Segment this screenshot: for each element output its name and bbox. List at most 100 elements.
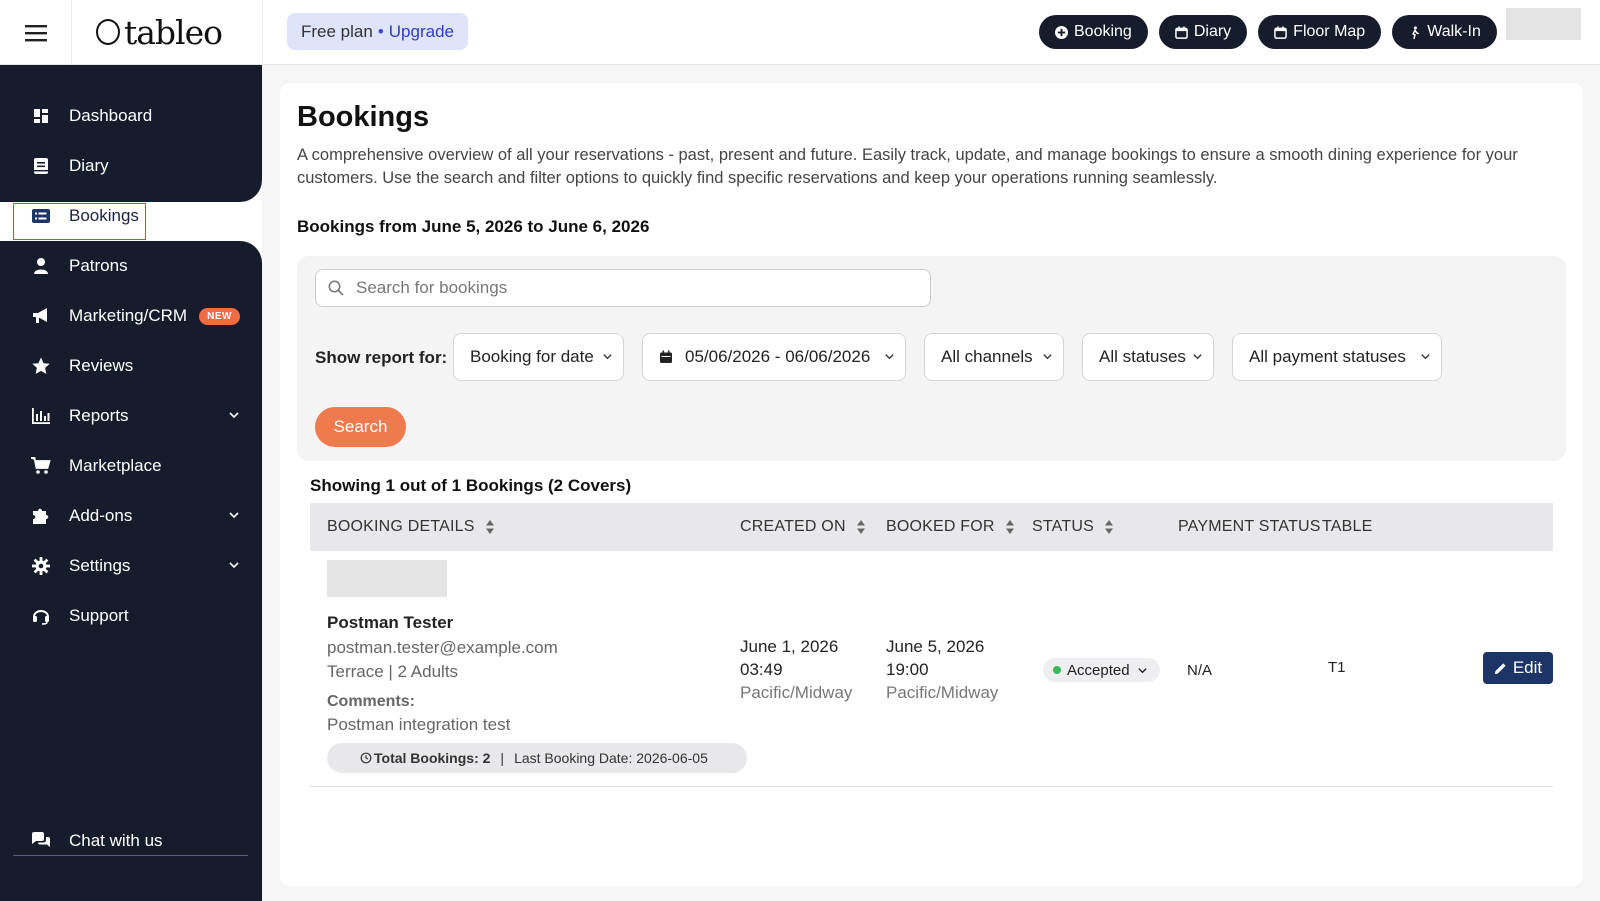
walk-in-button[interactable]: Walk-In	[1392, 15, 1497, 49]
header-table: TABLE	[1322, 503, 1373, 551]
hamburger-icon	[24, 24, 47, 41]
sidebar-item-marketplace[interactable]: Marketplace	[0, 446, 262, 486]
sidebar-item-label: Bookings	[69, 206, 139, 225]
header-label: CREATED ON	[740, 518, 846, 535]
sort-icon[interactable]	[1005, 519, 1015, 535]
floor-map-button[interactable]: Floor Map	[1258, 15, 1382, 49]
chevron-down-icon	[885, 354, 894, 360]
chat-icon	[30, 830, 52, 852]
bar-chart-icon	[30, 405, 52, 427]
sort-icon[interactable]	[856, 519, 866, 535]
sidebar-item-diary[interactable]: Diary	[0, 146, 262, 186]
select-value: All statuses	[1099, 347, 1186, 366]
search-button[interactable]: Search	[315, 407, 406, 447]
comments-label: Comments:	[327, 693, 416, 710]
sidebar-item-patrons[interactable]: Patrons	[0, 246, 262, 286]
logo-ring-icon	[96, 19, 120, 45]
tableo-logo[interactable]: tableo	[96, 12, 223, 52]
list-icon	[30, 205, 52, 227]
sidebar-item-label: Marketing/CRM	[69, 306, 188, 325]
booked-timezone: Pacific/Midway	[886, 683, 999, 702]
created-timezone: Pacific/Midway	[740, 683, 853, 702]
edit-label: Edit	[1512, 658, 1543, 677]
puzzle-icon	[30, 505, 52, 527]
header-status[interactable]: STATUS	[1032, 503, 1114, 551]
header-label: STATUS	[1032, 518, 1094, 535]
total-bookings: Total Bookings: 2	[374, 750, 491, 766]
headset-icon	[30, 605, 52, 627]
header-label: BOOKING DETAILS	[327, 518, 475, 535]
sidebar-item-bookings[interactable]: Bookings	[0, 196, 262, 236]
new-booking-button[interactable]: Booking	[1039, 15, 1148, 49]
comments-text: Postman integration test	[327, 715, 511, 734]
chevron-down-icon	[229, 562, 239, 569]
statuses-select[interactable]: All statuses	[1082, 333, 1214, 381]
user-icon	[30, 255, 52, 277]
star-icon	[30, 355, 52, 377]
date-range-picker[interactable]: 05/06/2026 - 06/06/2026	[642, 333, 906, 381]
chevron-down-icon	[603, 354, 612, 360]
sort-icon[interactable]	[1104, 519, 1114, 535]
sort-icon[interactable]	[485, 519, 495, 535]
show-report-label: Show report for:	[315, 348, 448, 367]
booking-type-select[interactable]: Booking for date	[453, 333, 624, 381]
sidebar: Dashboard Diary Bookings Patrons Marketi…	[0, 65, 262, 901]
sidebar-item-reports[interactable]: Reports	[0, 396, 262, 436]
menu-toggle-button[interactable]	[0, 0, 72, 65]
sidebar-item-label: Dashboard	[69, 106, 153, 125]
top-actions: Booking Diary Floor Map Walk-In	[1039, 15, 1497, 49]
header-created-on[interactable]: CREATED ON	[740, 503, 866, 551]
sidebar-item-label: Patrons	[69, 256, 128, 275]
button-label: Floor Map	[1293, 23, 1366, 40]
walking-icon	[1408, 25, 1421, 39]
header-booked-for[interactable]: BOOKED FOR	[886, 503, 1015, 551]
pencil-icon	[1494, 662, 1506, 674]
select-value: Booking for date	[470, 347, 594, 366]
header-payment-status: PAYMENT STATUS	[1178, 503, 1321, 551]
chevron-down-icon	[229, 512, 239, 519]
history-icon	[360, 752, 372, 764]
page-title: Bookings	[297, 101, 430, 133]
booked-date: June 5, 2026	[886, 637, 985, 656]
date-range-heading: Bookings from June 5, 2026 to June 6, 20…	[297, 217, 650, 236]
select-value: All payment statuses	[1249, 347, 1406, 366]
diary-button[interactable]: Diary	[1158, 15, 1248, 49]
sidebar-item-reviews[interactable]: Reviews	[0, 346, 262, 386]
channels-select[interactable]: All channels	[924, 333, 1064, 381]
patron-name[interactable]: Postman Tester	[327, 613, 453, 633]
status-label: Accepted	[1067, 661, 1130, 679]
table-header: BOOKING DETAILS CREATED ON BOOKED FOR ST…	[310, 503, 1553, 551]
sidebar-item-label: Support	[69, 606, 129, 625]
last-booking-date: Last Booking Date: 2026-06-05	[514, 750, 708, 766]
sidebar-item-support[interactable]: Support	[0, 596, 262, 636]
button-label: Booking	[1074, 23, 1132, 40]
history-separator: |	[500, 750, 505, 766]
new-badge: NEW	[199, 307, 240, 325]
filter-panel: Show report for: Booking for date 05/06/…	[297, 256, 1566, 461]
payment-statuses-select[interactable]: All payment statuses	[1232, 333, 1442, 381]
header-label: TABLE	[1322, 518, 1373, 535]
search-icon	[328, 280, 344, 296]
sidebar-item-dashboard[interactable]: Dashboard	[0, 96, 262, 136]
chevron-down-icon	[1137, 667, 1147, 673]
search-input[interactable]	[356, 278, 916, 298]
sidebar-item-label: Marketplace	[69, 456, 162, 475]
status-dropdown[interactable]: Accepted	[1043, 658, 1160, 682]
booking-history-pill: Total Bookings: 2 | Last Booking Date: 2…	[327, 743, 747, 773]
plan-pill: Free plan • Upgrade	[287, 13, 468, 50]
chat-with-us-button[interactable]: Chat with us	[0, 821, 262, 861]
edit-booking-button[interactable]: Edit	[1483, 652, 1553, 684]
upgrade-link[interactable]: Upgrade	[389, 22, 454, 42]
sidebar-item-marketing[interactable]: Marketing/CRM NEW	[0, 296, 262, 336]
header-booking-details[interactable]: BOOKING DETAILS	[327, 503, 495, 551]
chat-label: Chat with us	[69, 831, 163, 850]
search-field[interactable]	[315, 269, 931, 307]
calendar-icon	[1274, 25, 1287, 39]
calendar-icon	[660, 350, 672, 363]
sidebar-item-label: Add-ons	[69, 506, 133, 525]
sidebar-item-settings[interactable]: Settings	[0, 546, 262, 586]
avatar[interactable]	[1506, 8, 1581, 40]
plan-separator: •	[377, 21, 384, 41]
booked-time: 19:00	[886, 660, 929, 679]
sidebar-item-add-ons[interactable]: Add-ons	[0, 496, 262, 536]
